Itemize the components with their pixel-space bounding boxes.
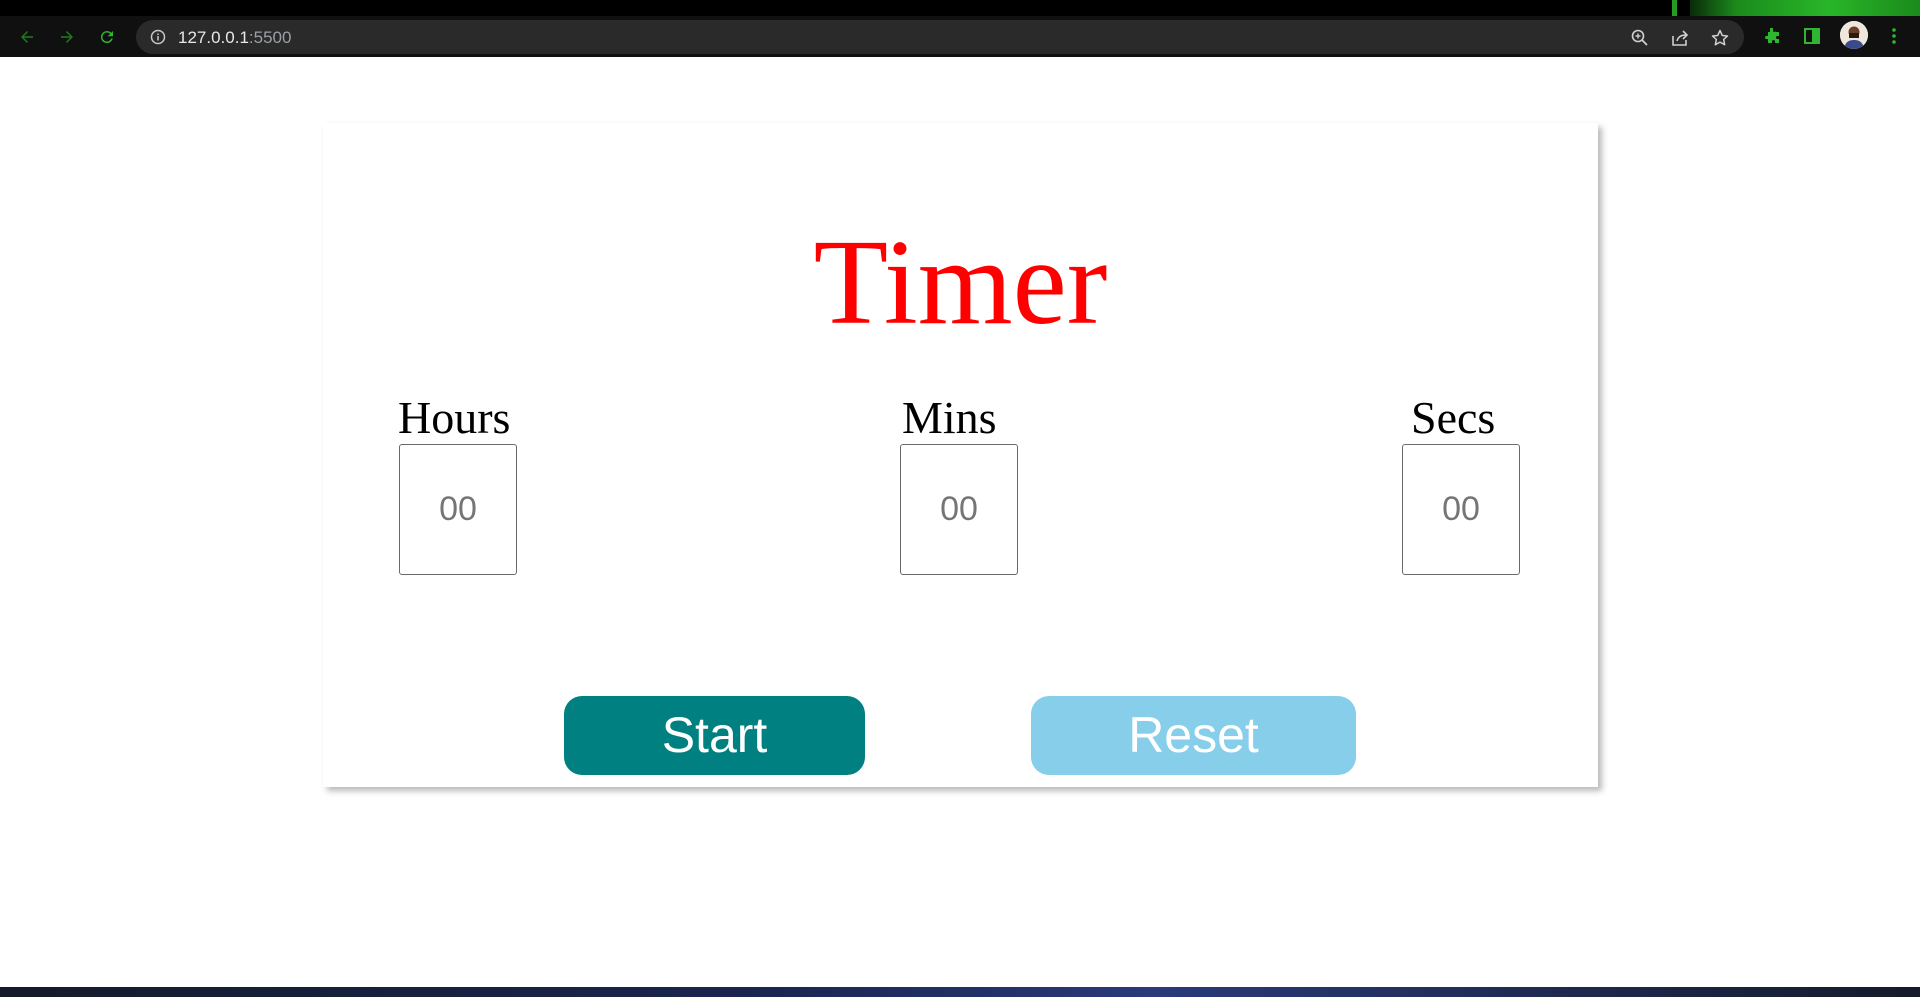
back-icon xyxy=(21,31,33,43)
mins-input[interactable] xyxy=(900,444,1018,575)
mins-label: Mins xyxy=(902,392,997,443)
mins-field: Mins xyxy=(900,392,1062,575)
tab-strip-decoration xyxy=(1690,0,1920,16)
tab-strip xyxy=(0,0,1920,16)
start-button[interactable]: Start xyxy=(564,696,865,775)
menu-icon[interactable] xyxy=(1884,26,1904,46)
forward-button[interactable] xyxy=(54,24,80,50)
info-icon[interactable] xyxy=(150,29,166,45)
timer-card: Timer Hours Mins Secs Start Reset xyxy=(323,123,1598,787)
extensions-icon[interactable] xyxy=(1762,26,1782,46)
secs-input[interactable] xyxy=(1402,444,1520,575)
url-host: 127.0.0.1 xyxy=(178,28,249,47)
hours-label: Hours xyxy=(398,392,511,443)
avatar[interactable] xyxy=(1840,21,1868,49)
forward-icon xyxy=(61,31,73,43)
reset-button[interactable]: Reset xyxy=(1031,696,1356,775)
browser-chrome: 127.0.0.1:5500 xyxy=(0,0,1920,57)
reload-icon xyxy=(100,31,113,44)
url-port: :5500 xyxy=(248,28,292,47)
address-bar[interactable]: 127.0.0.1:5500 xyxy=(136,20,1744,54)
zoom-icon[interactable] xyxy=(1630,28,1650,48)
page-viewport: Timer Hours Mins Secs Start Reset xyxy=(0,57,1920,987)
timer-title: Timer xyxy=(813,215,1108,350)
secs-label: Secs xyxy=(1411,392,1496,443)
share-icon[interactable] xyxy=(1670,28,1690,48)
url-text[interactable]: 127.0.0.1:5500 xyxy=(178,28,291,48)
browser-toolbar: 127.0.0.1:5500 xyxy=(0,16,1920,57)
taskbar-edge xyxy=(0,987,1920,997)
hours-input[interactable] xyxy=(399,444,517,575)
side-panel-icon[interactable] xyxy=(1802,26,1822,46)
secs-field: Secs xyxy=(1402,392,1571,575)
reload-button[interactable] xyxy=(94,24,120,50)
hours-field: Hours xyxy=(398,392,558,575)
profile-photo xyxy=(1840,21,1868,49)
star-icon[interactable] xyxy=(1710,28,1730,48)
back-button[interactable] xyxy=(14,24,40,50)
